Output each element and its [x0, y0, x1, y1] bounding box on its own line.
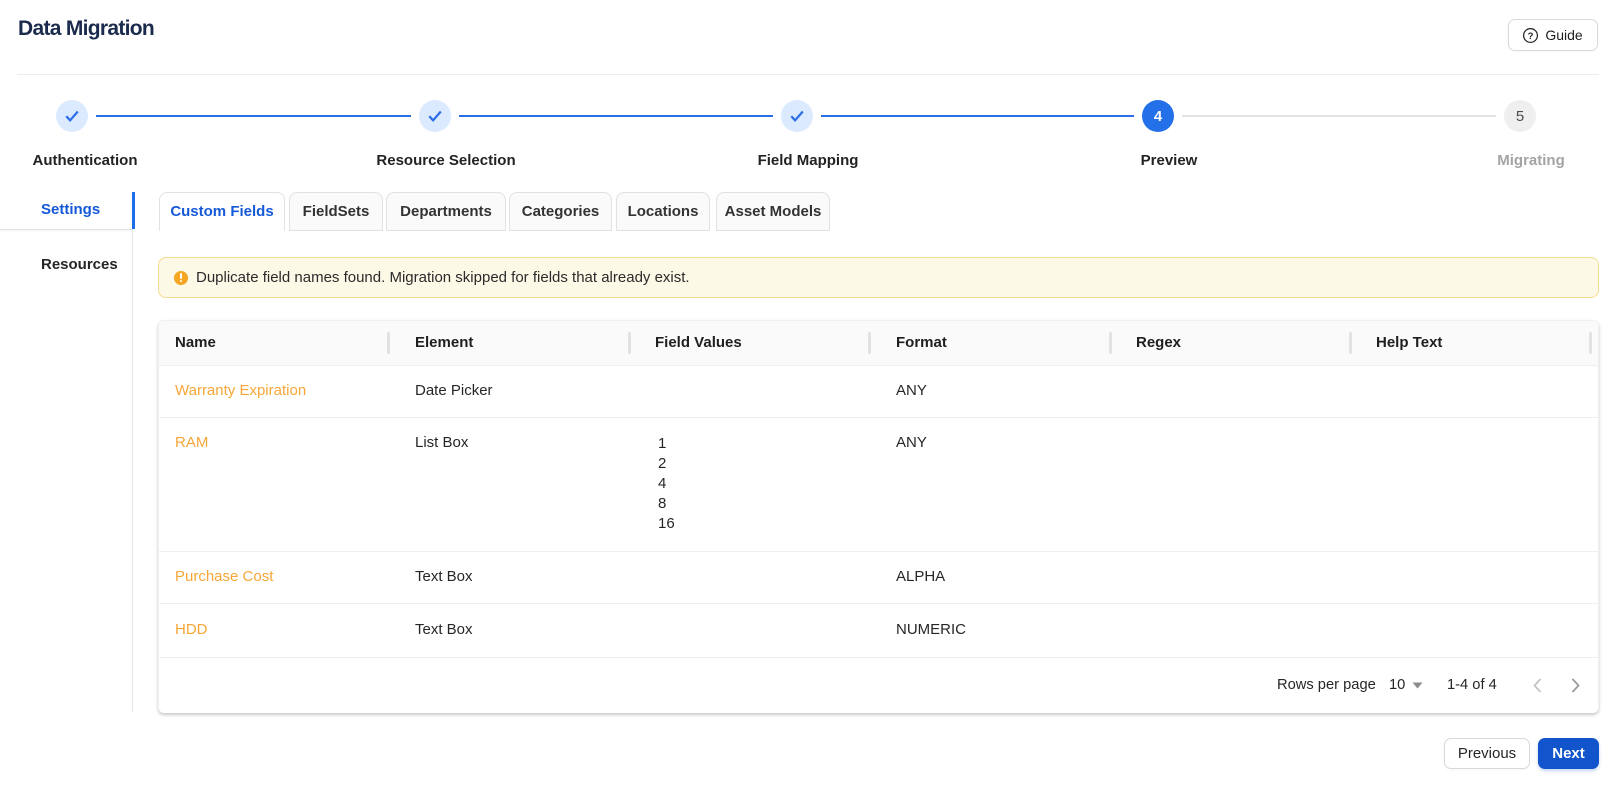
svg-text:?: ? [1528, 30, 1534, 41]
